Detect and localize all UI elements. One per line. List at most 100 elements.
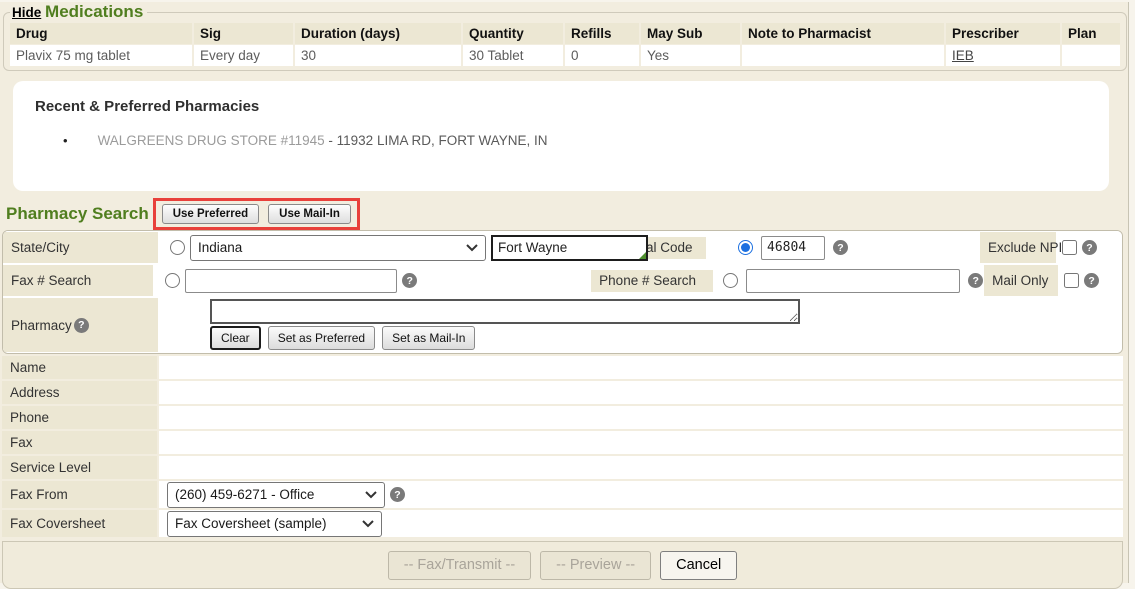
autofill-corner-icon: [639, 252, 646, 259]
fax-coversheet-select-value: Fax Coversheet (sample): [175, 516, 327, 531]
fax-search-label: Fax # Search: [3, 265, 153, 296]
set-as-mail-in-button[interactable]: Set as Mail-In: [382, 326, 475, 350]
col-quantity: Quantity: [463, 23, 563, 44]
col-drug: Drug: [10, 23, 192, 44]
col-sig: Sig: [194, 23, 293, 44]
cell-refills: 0: [565, 45, 639, 66]
medication-row: Plavix 75 mg tablet Every day 30 30 Tabl…: [10, 45, 1120, 66]
state-select[interactable]: Indiana: [190, 235, 486, 261]
city-input[interactable]: [491, 235, 648, 261]
cell-drug: Plavix 75 mg tablet: [10, 45, 192, 66]
help-icon[interactable]: ?: [968, 273, 983, 288]
service-level-label: Service Level: [2, 456, 157, 479]
col-prescriber: Prescriber: [946, 23, 1060, 44]
fax-phone-row: Fax # Search ? Phone # Search ? Mail Onl…: [3, 264, 1122, 297]
exclude-npi-label: Exclude NPI: [980, 232, 1056, 263]
recent-pharmacy-address: - 11932 LIMA RD, FORT WAYNE, IN: [328, 133, 547, 148]
use-mail-in-button[interactable]: Use Mail-In: [268, 204, 351, 224]
clear-button[interactable]: Clear: [210, 326, 261, 350]
col-refills: Refills: [565, 23, 639, 44]
state-city-row: State/City Indiana ? Postal Code: [3, 231, 1122, 264]
exclude-npi-checkbox[interactable]: [1062, 240, 1077, 255]
phone-search-radio[interactable]: [723, 273, 738, 288]
mail-only-checkbox[interactable]: [1064, 273, 1079, 288]
state-select-value: Indiana: [198, 240, 242, 255]
recent-preferred-pharmacies-card: Recent & Preferred Pharmacies • WALGREEN…: [13, 81, 1109, 191]
postal-code-radio[interactable]: [738, 240, 753, 255]
help-icon[interactable]: ?: [833, 240, 848, 255]
fax-from-select[interactable]: (260) 459-6271 - Office: [167, 482, 385, 508]
pharmacy-label: Pharmacy ?: [3, 298, 158, 352]
pharmacy-input[interactable]: [210, 299, 800, 324]
use-preferred-button[interactable]: Use Preferred: [162, 204, 259, 224]
set-as-preferred-button[interactable]: Set as Preferred: [268, 326, 375, 350]
cell-note: [742, 45, 944, 66]
address-value: [159, 381, 1123, 404]
fax-transmit-button[interactable]: -- Fax/Transmit --: [388, 551, 531, 580]
phone-label: Phone: [2, 406, 157, 429]
detail-row-fax-coversheet: Fax Coversheet Fax Coversheet (sample): [2, 510, 1123, 537]
state-city-radio[interactable]: [170, 240, 185, 255]
detail-row-phone: Phone: [2, 406, 1123, 429]
fax-value: [159, 431, 1123, 454]
detail-row-address: Address: [2, 381, 1123, 404]
fax-search-input[interactable]: [185, 269, 397, 293]
fax-from-label: Fax From: [2, 481, 157, 508]
pharmacy-details: Name Address Phone Fax Service Level Fax…: [2, 356, 1123, 537]
col-duration: Duration (days): [295, 23, 461, 44]
prescriber-link[interactable]: IEB: [952, 48, 974, 63]
mail-only-label: Mail Only: [984, 265, 1058, 296]
highlight-box: Use Preferred Use Mail-In: [153, 198, 360, 230]
postal-code-input[interactable]: [761, 236, 825, 260]
medications-legend: Hide Medications: [10, 2, 147, 22]
detail-row-name: Name: [2, 356, 1123, 379]
fax-coversheet-select[interactable]: Fax Coversheet (sample): [167, 511, 382, 537]
detail-row-fax: Fax: [2, 431, 1123, 454]
help-icon[interactable]: ?: [1084, 273, 1099, 288]
prescription-pharmacy-page: Hide Medications Drug Sig Duration (days…: [0, 2, 1129, 583]
recent-pharmacy-name-link[interactable]: WALGREENS DRUG STORE #11945: [98, 133, 325, 148]
cell-quantity: 30 Tablet: [463, 45, 563, 66]
address-label: Address: [2, 381, 157, 404]
help-icon[interactable]: ?: [74, 318, 89, 333]
medications-header-row: Drug Sig Duration (days) Quantity Refill…: [10, 23, 1120, 44]
action-bar: -- Fax/Transmit -- -- Preview -- Cancel: [2, 541, 1123, 589]
preview-button[interactable]: -- Preview --: [540, 551, 651, 580]
cell-prescriber: IEB: [946, 45, 1060, 66]
hide-medications-link[interactable]: Hide: [12, 5, 41, 20]
fax-from-select-value: (260) 459-6271 - Office: [175, 487, 314, 502]
detail-row-service-level: Service Level: [2, 456, 1123, 479]
fax-coversheet-label: Fax Coversheet: [2, 510, 157, 537]
col-may-sub: May Sub: [641, 23, 740, 44]
cell-sig: Every day: [194, 45, 293, 66]
pharmacy-label-text: Pharmacy: [11, 318, 72, 333]
pharmacy-search-header: Pharmacy Search Use Preferred Use Mail-I…: [6, 197, 1128, 230]
state-city-label: State/City: [3, 232, 158, 263]
medications-title: Medications: [45, 2, 143, 21]
phone-search-input[interactable]: [746, 269, 960, 293]
fax-search-radio[interactable]: [165, 273, 180, 288]
help-icon[interactable]: ?: [1082, 240, 1097, 255]
chevron-down-icon: [365, 491, 377, 499]
name-label: Name: [2, 356, 157, 379]
col-note: Note to Pharmacist: [742, 23, 944, 44]
cancel-button[interactable]: Cancel: [660, 551, 737, 580]
cell-duration: 30: [295, 45, 461, 66]
pharmacy-field-row: Pharmacy ? Clear Set as Preferred Set as…: [3, 297, 1122, 353]
pharmacy-search-title: Pharmacy Search: [6, 204, 149, 224]
service-level-value: [159, 456, 1123, 479]
pharmacy-search-form: State/City Indiana ? Postal Code: [2, 230, 1123, 354]
phone-value: [159, 406, 1123, 429]
bullet-icon: •: [63, 133, 68, 148]
help-icon[interactable]: ?: [402, 273, 417, 288]
cell-plan: [1062, 45, 1120, 66]
help-icon[interactable]: ?: [390, 487, 405, 502]
pharmacy-list-item: • WALGREENS DRUG STORE #11945 - 11932 LI…: [63, 133, 1087, 148]
chevron-down-icon: [362, 520, 374, 528]
cell-may-sub: Yes: [641, 45, 740, 66]
fax-label: Fax: [2, 431, 157, 454]
medications-section: Hide Medications Drug Sig Duration (days…: [3, 2, 1127, 71]
recent-pharmacies-title: Recent & Preferred Pharmacies: [35, 98, 1087, 115]
detail-row-fax-from: Fax From (260) 459-6271 - Office ?: [2, 481, 1123, 508]
name-value: [159, 356, 1123, 379]
